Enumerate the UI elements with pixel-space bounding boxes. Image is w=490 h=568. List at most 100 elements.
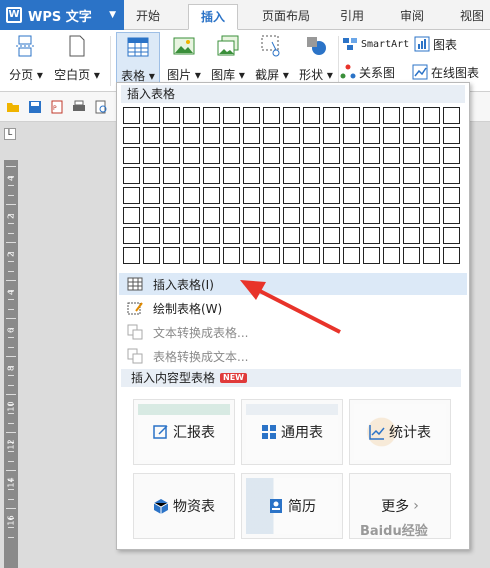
grid-cell[interactable] xyxy=(343,107,360,124)
grid-cell[interactable] xyxy=(443,247,460,264)
chart-button[interactable]: 图表 xyxy=(414,34,457,54)
grid-cell[interactable] xyxy=(223,127,240,144)
grid-cell[interactable] xyxy=(223,107,240,124)
grid-cell[interactable] xyxy=(123,107,140,124)
grid-cell[interactable] xyxy=(123,187,140,204)
grid-cell[interactable] xyxy=(423,207,440,224)
grid-cell[interactable] xyxy=(243,107,260,124)
grid-cell[interactable] xyxy=(323,107,340,124)
grid-cell[interactable] xyxy=(223,247,240,264)
grid-cell[interactable] xyxy=(303,207,320,224)
grid-cell[interactable] xyxy=(183,207,200,224)
grid-cell[interactable] xyxy=(343,247,360,264)
grid-cell[interactable] xyxy=(143,147,160,164)
grid-cell[interactable] xyxy=(283,247,300,264)
grid-cell[interactable] xyxy=(423,127,440,144)
grid-cell[interactable] xyxy=(443,107,460,124)
grid-cell[interactable] xyxy=(383,187,400,204)
grid-cell[interactable] xyxy=(323,207,340,224)
grid-cell[interactable] xyxy=(243,127,260,144)
smartart-button[interactable]: SmartArt xyxy=(342,34,409,54)
grid-cell[interactable] xyxy=(203,207,220,224)
grid-cell[interactable] xyxy=(283,107,300,124)
grid-cell[interactable] xyxy=(383,107,400,124)
grid-cell[interactable] xyxy=(263,187,280,204)
grid-cell[interactable] xyxy=(163,147,180,164)
tab-references[interactable]: 引用 xyxy=(328,4,376,30)
grid-cell[interactable] xyxy=(203,107,220,124)
grid-cell[interactable] xyxy=(223,207,240,224)
grid-cell[interactable] xyxy=(223,227,240,244)
grid-cell[interactable] xyxy=(423,147,440,164)
grid-cell[interactable] xyxy=(203,127,220,144)
grid-cell[interactable] xyxy=(123,207,140,224)
grid-cell[interactable] xyxy=(243,247,260,264)
grid-cell[interactable] xyxy=(443,207,460,224)
grid-cell[interactable] xyxy=(403,127,420,144)
relation-chart-button[interactable]: 关系图 xyxy=(340,62,395,82)
grid-cell[interactable] xyxy=(363,167,380,184)
save-icon[interactable] xyxy=(28,100,42,114)
grid-cell[interactable] xyxy=(183,127,200,144)
page-break-button[interactable]: 分页 ▾ xyxy=(4,32,48,88)
table-size-grid[interactable] xyxy=(123,107,460,264)
grid-cell[interactable] xyxy=(183,187,200,204)
grid-cell[interactable] xyxy=(243,227,260,244)
print-preview-icon[interactable] xyxy=(94,100,108,114)
grid-cell[interactable] xyxy=(343,127,360,144)
grid-cell[interactable] xyxy=(423,167,440,184)
grid-cell[interactable] xyxy=(283,147,300,164)
grid-cell[interactable] xyxy=(203,227,220,244)
tab-page-layout[interactable]: 页面布局 xyxy=(252,4,320,30)
grid-cell[interactable] xyxy=(303,127,320,144)
grid-cell[interactable] xyxy=(163,127,180,144)
grid-cell[interactable] xyxy=(363,247,380,264)
grid-cell[interactable] xyxy=(403,207,420,224)
grid-cell[interactable] xyxy=(303,167,320,184)
grid-cell[interactable] xyxy=(383,167,400,184)
grid-cell[interactable] xyxy=(403,107,420,124)
grid-cell[interactable] xyxy=(363,147,380,164)
grid-cell[interactable] xyxy=(303,227,320,244)
grid-cell[interactable] xyxy=(203,187,220,204)
grid-cell[interactable] xyxy=(283,127,300,144)
tab-review[interactable]: 审阅 xyxy=(388,4,436,30)
shapes-button[interactable]: 形状 ▾ xyxy=(294,32,338,88)
materials-table-card[interactable]: 物资表 xyxy=(133,473,235,539)
grid-cell[interactable] xyxy=(343,207,360,224)
grid-cell[interactable] xyxy=(383,247,400,264)
grid-cell[interactable] xyxy=(243,167,260,184)
grid-cell[interactable] xyxy=(263,127,280,144)
grid-cell[interactable] xyxy=(183,147,200,164)
grid-cell[interactable] xyxy=(183,167,200,184)
grid-cell[interactable] xyxy=(143,107,160,124)
grid-cell[interactable] xyxy=(363,227,380,244)
grid-cell[interactable] xyxy=(263,247,280,264)
app-menu-button[interactable]: W WPS 文字 ▼ xyxy=(0,0,124,30)
grid-cell[interactable] xyxy=(163,227,180,244)
grid-cell[interactable] xyxy=(323,167,340,184)
grid-cell[interactable] xyxy=(143,247,160,264)
grid-cell[interactable] xyxy=(323,187,340,204)
grid-cell[interactable] xyxy=(163,207,180,224)
grid-cell[interactable] xyxy=(183,247,200,264)
grid-cell[interactable] xyxy=(443,127,460,144)
table-button[interactable]: 表格 ▾ xyxy=(116,32,160,88)
grid-cell[interactable] xyxy=(263,167,280,184)
grid-cell[interactable] xyxy=(363,187,380,204)
grid-cell[interactable] xyxy=(263,227,280,244)
grid-cell[interactable] xyxy=(203,167,220,184)
grid-cell[interactable] xyxy=(343,227,360,244)
tab-insert[interactable]: 插入 xyxy=(188,4,238,30)
grid-cell[interactable] xyxy=(303,147,320,164)
screenshot-button[interactable]: 截屏 ▾ xyxy=(250,32,294,88)
grid-cell[interactable] xyxy=(303,187,320,204)
grid-cell[interactable] xyxy=(423,107,440,124)
grid-cell[interactable] xyxy=(283,187,300,204)
grid-cell[interactable] xyxy=(423,187,440,204)
grid-cell[interactable] xyxy=(163,107,180,124)
statistics-table-card[interactable]: 统计表 xyxy=(349,399,451,465)
grid-cell[interactable] xyxy=(243,147,260,164)
grid-cell[interactable] xyxy=(423,227,440,244)
grid-cell[interactable] xyxy=(223,187,240,204)
